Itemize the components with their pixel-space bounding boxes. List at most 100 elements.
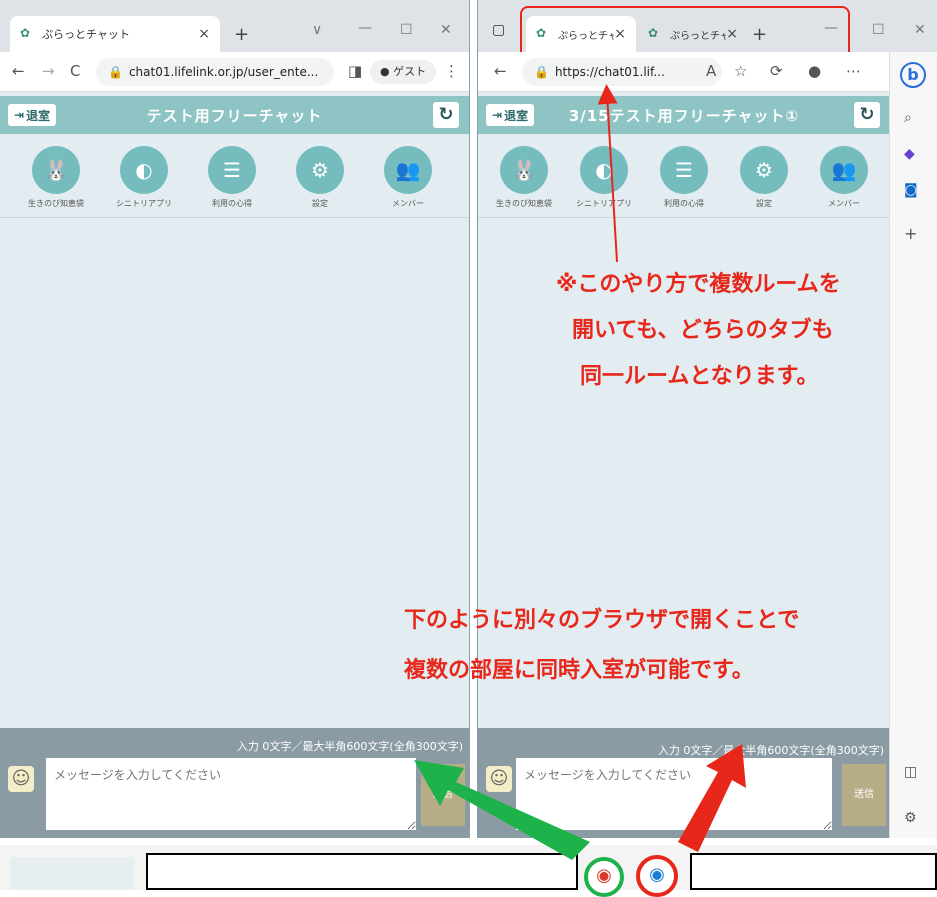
close-icon[interactable]: × [198, 26, 210, 42]
menu-item-app[interactable]: ◐ シニトリアプリ [564, 146, 644, 209]
input-bar: 入力 0文字／最大半角600文字(全角300文字) ☺ 送信 [0, 728, 469, 838]
side-panel-icon[interactable]: ◨ [348, 62, 362, 80]
members-icon: 👥 [820, 146, 868, 194]
chrome-icon[interactable]: ◉ [584, 857, 624, 897]
menu-item-members[interactable]: 👥 メンバー [368, 146, 448, 209]
menu-item-settings[interactable]: ⚙ 設定 [280, 146, 360, 209]
outlook-icon[interactable]: ◙ [904, 182, 918, 198]
menu-label: 設定 [312, 199, 328, 208]
read-aloud-icon[interactable]: A [706, 62, 716, 80]
menu-label: メンバー [392, 199, 424, 208]
bird-icon: ◐ [580, 146, 628, 194]
sidebar-layout-icon[interactable]: ◫ [904, 764, 917, 780]
annotation-note-2: 開いても、どちらのタブも [572, 318, 834, 343]
edge-sidebar: b ⌕ ◆ ◙ + ◫ ⚙ [889, 52, 937, 838]
menu-label: 利用の心得 [212, 199, 252, 208]
taskbar: ◉ ◉ [0, 845, 937, 897]
guest-profile-button[interactable]: ● ゲスト [370, 60, 437, 84]
menu-item-app[interactable]: ◐ シニトリアプリ [104, 146, 184, 209]
menu-item-settings[interactable]: ⚙ 設定 [724, 146, 804, 209]
edge-icon[interactable]: ◉ [636, 855, 678, 897]
close-window-icon[interactable]: ✕ [914, 22, 926, 38]
send-button[interactable]: 送信 [842, 764, 886, 826]
back-icon[interactable]: ← [12, 62, 25, 80]
url-text: chat01.lifelink.or.jp/user_ente... [128, 65, 319, 79]
menu-label: シニトリアプリ [576, 199, 632, 208]
char-counter: 入力 0文字／最大半角600文字(全角300文字) [657, 744, 884, 757]
forward-icon[interactable]: → [42, 62, 55, 80]
menu-item-wisdom[interactable]: 🐰 生きのび知恵袋 [484, 146, 564, 209]
room-title: テスト用フリーチャット [146, 107, 323, 125]
room-title: 3/15テスト用フリーチャット① [568, 107, 800, 125]
taskbar-box-left [146, 853, 578, 890]
extensions-icon[interactable]: ⟳ [770, 62, 783, 80]
chevron-down-icon[interactable]: ∨ [312, 22, 322, 38]
close-window-icon[interactable]: ✕ [440, 22, 452, 38]
lock-icon: 🔒 [534, 65, 549, 79]
chrome-window: ✿ ぷらっとチャット × + ∨ — ☐ ✕ ← → C 🔒 chat01.li… [0, 0, 470, 838]
taskbar-widget[interactable] [10, 857, 134, 890]
maximize-icon[interactable]: ☐ [400, 22, 413, 38]
gear-icon: ⚙ [296, 146, 344, 194]
maximize-icon[interactable]: ☐ [872, 22, 885, 38]
more-menu-icon[interactable]: ⋯ [846, 62, 861, 80]
menu-label: 利用の心得 [664, 199, 704, 208]
menu-label: 生きのび知恵袋 [496, 199, 552, 208]
new-tab-icon[interactable]: + [234, 24, 249, 45]
bird-icon: ◐ [120, 146, 168, 194]
menu-item-members[interactable]: 👥 メンバー [804, 146, 884, 209]
menu-label: メンバー [828, 199, 860, 208]
address-bar-row: ← 🔒 https://chat01.lif... A ☆ ⟳ ● ⋯ [478, 52, 937, 92]
list-icon: ☰ [660, 146, 708, 194]
tab-title: ぷらっとチャット [42, 28, 130, 41]
chat-header: ⇥ 退室 テスト用フリーチャット ↻ [0, 96, 469, 134]
char-counter: 入力 0文字／最大半角600文字(全角300文字) [236, 740, 463, 753]
refresh-icon[interactable]: C [70, 62, 80, 80]
annotation-note-5: 複数の部屋に同時入室が可能です。 [404, 658, 754, 683]
menu-item-rules[interactable]: ☰ 利用の心得 [192, 146, 272, 209]
annotation-note-4: 下のように別々のブラウザで開くことで [404, 608, 800, 633]
tab-strip: ▢ ✿ ぷらっとチャット × ✿ ぷらっとチャット × + — ☐ ✕ [478, 0, 937, 64]
menu-row: 🐰 生きのび知恵袋 ◐ シニトリアプリ ☰ 利用の心得 ⚙ 設定 👥 メンバー [478, 138, 890, 218]
lock-icon: 🔒 [108, 65, 123, 79]
more-menu-icon[interactable]: ⋮ [444, 62, 459, 80]
message-input[interactable] [516, 758, 832, 830]
send-button[interactable]: 送信 [421, 764, 465, 826]
annotation-note-3: 同一ルームとなります。 [580, 364, 819, 389]
menu-item-wisdom[interactable]: 🐰 生きのび知恵袋 [16, 146, 96, 209]
edge-window: ▢ ✿ ぷらっとチャット × ✿ ぷらっとチャット × + — ☐ ✕ ← 🔒 … [477, 0, 937, 838]
chat-header: ⇥ 退室 3/15テスト用フリーチャット① ↻ [478, 96, 890, 134]
taskbar-box-right [690, 853, 937, 890]
message-input[interactable] [46, 758, 416, 830]
profile-icon[interactable]: ● [808, 62, 821, 80]
tab-strip: ✿ ぷらっとチャット × + ∨ — ☐ ✕ [0, 0, 469, 52]
menu-item-rules[interactable]: ☰ 利用の心得 [644, 146, 724, 209]
menu-label: シニトリアプリ [116, 199, 172, 208]
emoji-icon[interactable]: ☺ [486, 766, 512, 792]
menu-label: 設定 [756, 199, 772, 208]
emoji-icon[interactable]: ☺ [8, 766, 34, 792]
reload-chat-icon[interactable]: ↻ [854, 102, 880, 128]
reload-chat-icon[interactable]: ↻ [433, 102, 459, 128]
search-icon[interactable]: ⌕ [904, 110, 912, 126]
menu-label: 生きのび知恵袋 [28, 199, 84, 208]
settings-icon[interactable]: ⚙ [904, 810, 917, 826]
add-icon[interactable]: + [904, 224, 917, 243]
list-icon: ☰ [208, 146, 256, 194]
url-field[interactable]: 🔒 https://chat01.lif... [522, 58, 722, 86]
bing-icon[interactable]: b [900, 62, 926, 88]
favorites-icon[interactable]: ☆ [734, 62, 747, 80]
annotation-note-1: ※このやり方で複数ルームを [556, 272, 841, 297]
gear-icon: ⚙ [740, 146, 788, 194]
address-bar-row: ← → C 🔒 chat01.lifelink.or.jp/user_ente.… [0, 52, 469, 92]
tab-actions-icon[interactable]: ▢ [492, 22, 505, 38]
input-bar: 入力 0文字／最大半角600文字(全角300文字) ☺ 送信 [478, 728, 890, 838]
url-field[interactable]: 🔒 chat01.lifelink.or.jp/user_ente... [96, 58, 334, 86]
back-icon[interactable]: ← [494, 62, 507, 80]
tab-chat[interactable]: ✿ ぷらっとチャット × [10, 16, 220, 52]
rabbit-icon: 🐰 [500, 146, 548, 194]
minimize-icon[interactable]: — [358, 20, 372, 36]
chat-favicon-icon: ✿ [20, 26, 31, 40]
profile-icon: ● [380, 65, 390, 78]
shopping-icon[interactable]: ◆ [904, 146, 915, 162]
